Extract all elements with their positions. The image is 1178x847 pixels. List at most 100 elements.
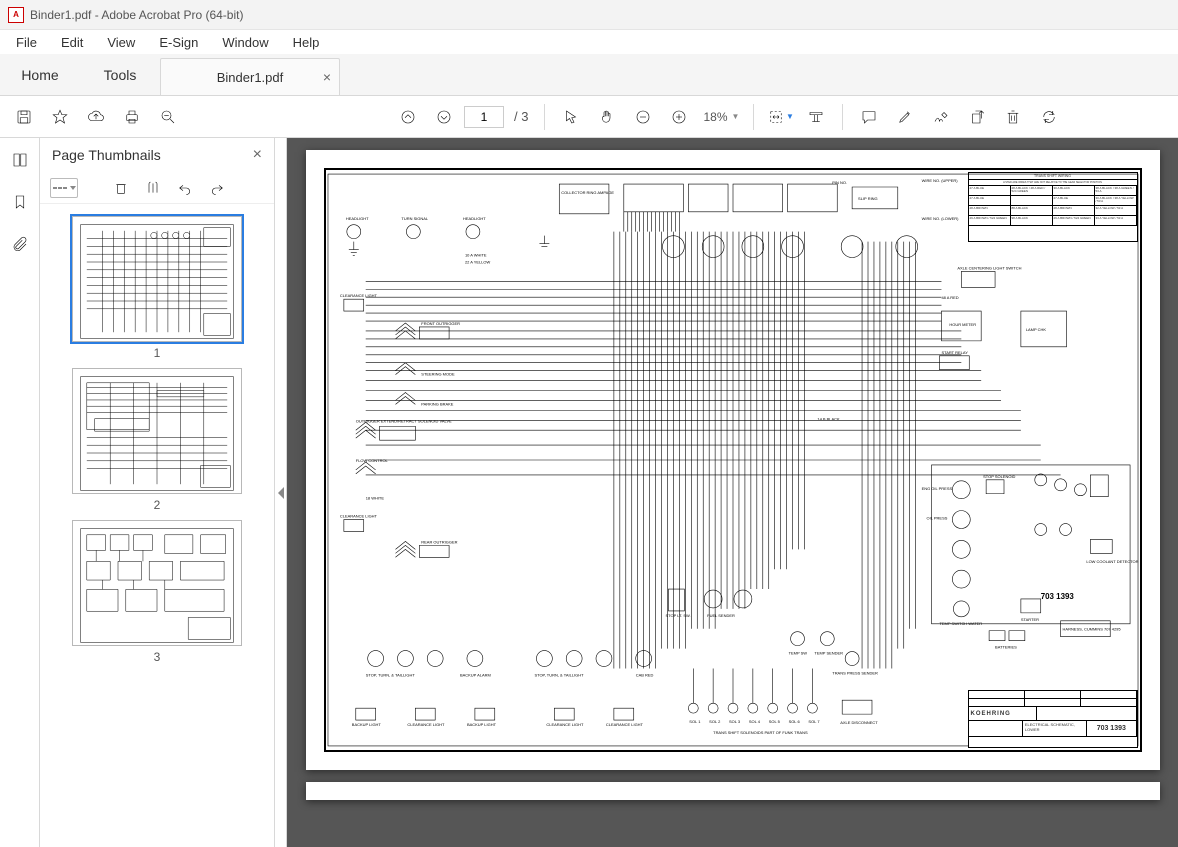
page-down-icon[interactable]: [428, 101, 460, 133]
svg-text:OUTRIGGER EXTEND/RETRACT SOLEN: OUTRIGGER EXTEND/RETRACT SOLENOID VALVE: [355, 418, 451, 423]
svg-text:LOW COOLANT DETECTOR: LOW COOLANT DETECTOR: [1086, 559, 1138, 564]
svg-text:CLEARANCE LIGHT: CLEARANCE LIGHT: [605, 722, 643, 727]
tab-close-icon[interactable]: ×: [323, 69, 331, 85]
svg-text:703 1393: 703 1393: [1040, 592, 1074, 601]
pdf-file-icon: A: [8, 7, 24, 23]
svg-text:SOL 3: SOL 3: [729, 719, 741, 724]
svg-text:AXLE DISCONNECT: AXLE DISCONNECT: [840, 720, 878, 725]
page-number-input[interactable]: [464, 106, 504, 128]
tab-document[interactable]: Binder1.pdf ×: [160, 58, 340, 95]
page-up-icon[interactable]: [392, 101, 424, 133]
svg-text:HEADLIGHT: HEADLIGHT: [462, 216, 485, 221]
menu-esign[interactable]: E-Sign: [147, 32, 210, 53]
zoom-value: 18%: [703, 110, 727, 124]
svg-text:HARNESS, CUMMINS 707 4295: HARNESS, CUMMINS 707 4295: [1062, 627, 1121, 632]
svg-text:STOP, TURN, & TAILLIGHT: STOP, TURN, & TAILLIGHT: [534, 672, 584, 677]
zoom-out-icon[interactable]: [627, 101, 659, 133]
thumb-insert-icon[interactable]: [142, 177, 164, 199]
tab-tools[interactable]: Tools: [80, 54, 160, 95]
cloud-upload-icon[interactable]: [80, 101, 112, 133]
svg-text:CLEARANCE LIGHT: CLEARANCE LIGHT: [339, 514, 377, 519]
svg-text:STARTER: STARTER: [1020, 617, 1038, 622]
find-zoom-out-icon[interactable]: [152, 101, 184, 133]
thumbnails-panel: Page Thumbnails × 1: [40, 138, 275, 847]
chevron-down-icon: ▼: [732, 112, 740, 121]
delete-icon[interactable]: [997, 101, 1029, 133]
thumbnails-rail-icon[interactable]: [6, 146, 34, 174]
svg-text:SOL 1: SOL 1: [689, 719, 701, 724]
menu-view[interactable]: View: [95, 32, 147, 53]
svg-text:CLEARANCE LIGHT: CLEARANCE LIGHT: [339, 293, 377, 298]
menu-window[interactable]: Window: [210, 32, 280, 53]
tab-strip: Home Tools Binder1.pdf ×: [0, 54, 1178, 96]
sign-icon[interactable]: [925, 101, 957, 133]
chevron-down-icon: ▼: [786, 112, 794, 121]
zoom-select[interactable]: 18% ▼: [699, 105, 743, 129]
svg-text:LAMP CHK: LAMP CHK: [1025, 327, 1046, 332]
page-thumbnail-3[interactable]: 3: [72, 520, 242, 664]
highlight-icon[interactable]: [889, 101, 921, 133]
svg-text:18 WHITE: 18 WHITE: [365, 496, 384, 501]
tab-document-label: Binder1.pdf: [217, 70, 284, 85]
thumb-options-icon[interactable]: [50, 178, 78, 198]
attachment-rail-icon[interactable]: [6, 230, 34, 258]
save-icon[interactable]: [8, 101, 40, 133]
svg-text:STEERING MODE: STEERING MODE: [421, 372, 455, 377]
star-icon[interactable]: [44, 101, 76, 133]
tab-home[interactable]: Home: [0, 54, 80, 95]
svg-text:COLLECTOR RING AMPAGE: COLLECTOR RING AMPAGE: [561, 190, 614, 195]
thumbnails-tools: [40, 172, 274, 204]
menu-edit[interactable]: Edit: [49, 32, 95, 53]
thumb-delete-icon[interactable]: [110, 177, 132, 199]
document-viewport[interactable]: TRANS SHIFT WIRING LISTED ARE WIRES THAT…: [287, 138, 1178, 847]
panel-collapse-handle[interactable]: [275, 138, 287, 847]
chevron-left-icon: [278, 487, 284, 499]
svg-text:TEMP SW: TEMP SW: [788, 651, 807, 656]
print-icon[interactable]: [116, 101, 148, 133]
svg-text:CLEARANCE LIGHT: CLEARANCE LIGHT: [407, 722, 445, 727]
svg-text:STOP SOLENOID: STOP SOLENOID: [983, 474, 1015, 479]
fit-width-icon[interactable]: ▼: [764, 101, 796, 133]
svg-text:CAB RED: CAB RED: [635, 672, 653, 677]
select-tool-icon[interactable]: [555, 101, 587, 133]
page-thumbnail-label: 1: [154, 346, 161, 360]
refresh-icon[interactable]: [1033, 101, 1065, 133]
svg-text:START RELAY: START RELAY: [941, 350, 968, 355]
svg-text:SOL 7: SOL 7: [808, 719, 819, 724]
wiring-schematic-svg: COLLECTOR RING AMPAGE PIN NO. WIRE NO. (…: [326, 170, 1140, 750]
window-titlebar: A Binder1.pdf - Adobe Acrobat Pro (64-bi…: [0, 0, 1178, 30]
svg-text:SLIP RING: SLIP RING: [858, 196, 878, 201]
page-thumbnail-1[interactable]: 1: [72, 216, 242, 360]
stamp-rotate-icon[interactable]: [961, 101, 993, 133]
svg-text:OIL PRESS: OIL PRESS: [926, 516, 947, 521]
wire-table: TRANS SHIFT WIRING LISTED ARE WIRES THAT…: [968, 172, 1138, 242]
svg-text:REAR OUTRIGGER: REAR OUTRIGGER: [421, 539, 457, 544]
menu-help[interactable]: Help: [281, 32, 332, 53]
svg-text:HOUR METER: HOUR METER: [949, 322, 976, 327]
menu-bar: File Edit View E-Sign Window Help: [0, 30, 1178, 54]
svg-text:SOL 5: SOL 5: [768, 719, 780, 724]
svg-text:14 B BLACK: 14 B BLACK: [817, 416, 840, 421]
bookmark-rail-icon[interactable]: [6, 188, 34, 216]
read-mode-icon[interactable]: [800, 101, 832, 133]
comment-icon[interactable]: [853, 101, 885, 133]
menu-file[interactable]: File: [4, 32, 49, 53]
page-thumbnail-2[interactable]: 2: [72, 368, 242, 512]
svg-text:FUEL SENDER: FUEL SENDER: [707, 613, 735, 618]
svg-text:WIRE NO. (UPPER): WIRE NO. (UPPER): [921, 178, 958, 183]
thumb-undo-icon[interactable]: [174, 177, 196, 199]
svg-text:ENG OIL PRESS: ENG OIL PRESS: [921, 486, 952, 491]
main-toolbar: / 3 18% ▼ ▼: [0, 96, 1178, 138]
thumb-redo-icon[interactable]: [206, 177, 228, 199]
panel-close-icon[interactable]: ×: [253, 146, 262, 164]
svg-text:AXLE CENTERING LIGHT SWITCH: AXLE CENTERING LIGHT SWITCH: [957, 265, 1021, 270]
svg-text:SOL 2: SOL 2: [709, 719, 720, 724]
pdf-page-2-peek: [306, 782, 1160, 800]
window-title: Binder1.pdf - Adobe Acrobat Pro (64-bit): [30, 8, 243, 22]
zoom-in-icon[interactable]: [663, 101, 695, 133]
svg-text:BACKUP LIGHT: BACKUP LIGHT: [351, 722, 381, 727]
svg-text:FRONT OUTRIGGER: FRONT OUTRIGGER: [421, 321, 460, 326]
page-count-label: / 3: [508, 109, 534, 124]
svg-text:HEADLIGHT: HEADLIGHT: [345, 216, 368, 221]
pan-hand-icon[interactable]: [591, 101, 623, 133]
